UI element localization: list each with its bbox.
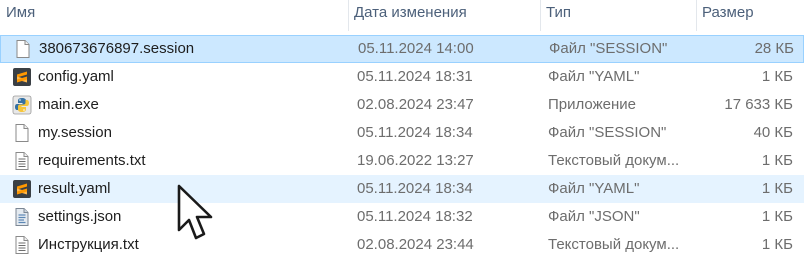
file-row[interactable]: settings.json 05.11.2024 18:32 Файл "JSON"… [0,203,804,231]
file-size: 1 КБ [761,152,793,169]
file-explorer-details-view: Имя Дата изменения Тип Размер 3806736768… [0,0,804,269]
file-date-modified: 02.08.2024 23:47 [357,96,474,113]
sublime-text-icon [12,67,32,87]
file-name: requirements.txt [38,152,146,169]
python-executable-icon [12,95,32,115]
file-date-modified: 05.11.2024 18:32 [357,208,473,225]
file-size: 1 КБ [761,180,793,197]
text-document-icon [12,151,32,171]
file-date-modified: 05.11.2024 18:31 [357,68,473,85]
file-size: 1 КБ [761,68,793,85]
file-size: 17 633 КБ [724,96,793,113]
file-row[interactable]: my.session 05.11.2024 18:34 Файл "SESSION"… [0,119,804,147]
column-header-size[interactable]: Размер [698,0,804,32]
blank-document-icon [12,123,32,143]
file-type: Текстовый докум... [548,152,678,169]
column-header-date-modified[interactable]: Дата изменения [350,0,540,32]
file-row[interactable]: config.yaml 05.11.2024 18:31 Файл "YAML" 1 … [0,63,804,91]
file-date-modified: 05.11.2024 18:34 [357,124,473,141]
file-type: Текстовый докум... [548,236,678,253]
file-type: Файл "YAML" [548,180,640,197]
file-size: 1 КБ [761,208,793,225]
file-date-modified: 05.11.2024 14:00 [358,40,474,57]
file-row[interactable]: main.exe 02.08.2024 23:47 Приложение 17 633… [0,91,804,119]
column-header-type[interactable]: Тип [542,0,696,32]
file-row[interactable]: 380673676897.session 05.11.2024 14:00 Файл… [0,35,804,63]
file-date-modified: 02.08.2024 23:44 [357,236,474,253]
file-date-modified: 19.06.2022 13:27 [357,152,474,169]
file-name: my.session [38,124,112,141]
file-type: Приложение [548,96,636,113]
file-size: 40 КБ [753,124,793,141]
file-type: Файл "SESSION" [549,40,668,57]
mouse-pointer-icon [177,184,213,240]
file-name: main.exe [38,96,99,113]
file-type: Файл "YAML" [548,68,640,85]
blank-document-icon [13,39,33,59]
file-size: 28 КБ [754,40,794,57]
file-row[interactable]: Инструкция.txt 02.08.2024 23:44 Текстовый … [0,231,804,259]
file-name: 380673676897.session [39,40,195,57]
file-list: 380673676897.session 05.11.2024 14:00 Файл… [0,35,804,259]
column-header-bar: Имя Дата изменения Тип Размер [0,0,804,32]
column-divider[interactable] [696,0,697,31]
file-type: Файл "SESSION" [548,124,667,141]
sublime-text-icon [12,179,32,199]
json-document-icon [12,207,32,227]
column-header-name[interactable]: Имя [2,0,348,32]
text-document-icon [12,235,32,255]
file-date-modified: 05.11.2024 18:34 [357,180,473,197]
column-divider[interactable] [540,0,541,31]
file-type: Файл "JSON" [548,208,640,225]
file-row[interactable]: result.yaml 05.11.2024 18:34 Файл "YAML" 1 … [0,175,804,203]
column-divider[interactable] [348,0,349,31]
file-name: config.yaml [38,68,114,85]
file-row[interactable]: requirements.txt 19.06.2022 13:27 Текстовы… [0,147,804,175]
file-size: 1 КБ [761,236,793,253]
